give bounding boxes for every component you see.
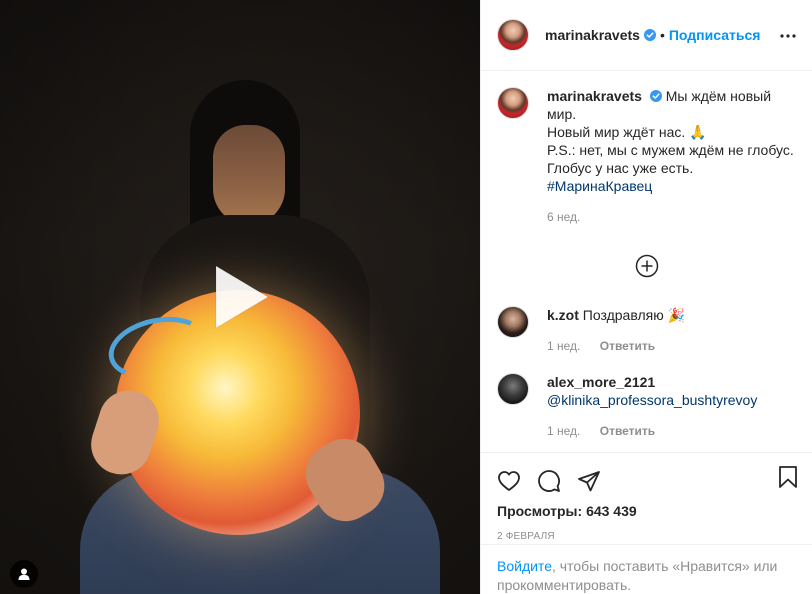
paper-plane-icon[interactable] [577, 469, 601, 493]
author-username[interactable]: marinakravets [545, 27, 640, 43]
caption-line: Новый мир ждёт нас. 🙏 [547, 124, 707, 140]
comment-bubble-icon[interactable] [537, 469, 561, 493]
login-link[interactable]: Войдите [497, 558, 552, 574]
comments-feed[interactable]: marinakravets Мы ждём новый мир. Новый м… [481, 71, 812, 452]
more-options-icon[interactable] [780, 28, 796, 44]
caption-hashtag[interactable]: #МаринаКравец [547, 178, 652, 194]
comment-mention[interactable]: @klinika_professora_bushtyrevoy [547, 392, 757, 408]
comment: alex_more_2121 @klinika_professora_busht… [497, 373, 796, 440]
caption-body: marinakravets Мы ждём новый мир. Новый м… [547, 87, 796, 226]
commenter-avatar[interactable] [497, 373, 529, 405]
video-player[interactable] [0, 0, 480, 594]
verified-badge-icon [643, 29, 656, 41]
post-sidebar: marinakravets • Подписаться marinakravet… [480, 0, 812, 594]
comment-age[interactable]: 1 нед. [547, 339, 580, 353]
play-icon[interactable] [206, 262, 276, 332]
bookmark-icon[interactable] [776, 465, 800, 489]
video-frame-figure-face [213, 125, 285, 225]
caption: marinakravets Мы ждём новый мир. Новый м… [497, 87, 796, 226]
action-icons [497, 461, 797, 501]
commenter-username[interactable]: alex_more_2121 [547, 374, 655, 390]
post-header: marinakravets • Подписаться [481, 0, 812, 71]
views-value: 643 439 [586, 503, 637, 519]
heart-icon[interactable] [497, 469, 521, 493]
author-avatar[interactable] [497, 19, 529, 51]
comment: k.zot Поздравляю 🎉 1 нед. Ответить [497, 306, 796, 355]
reply-button[interactable]: Ответить [600, 339, 655, 353]
caption-author-avatar[interactable] [497, 87, 529, 119]
post-actions: Просмотры: 643 439 2 ФЕВРАЛЯ [481, 452, 812, 544]
verified-badge-icon [649, 90, 662, 102]
post-date[interactable]: 2 ФЕВРАЛЯ [497, 531, 796, 542]
commenter-avatar[interactable] [497, 306, 529, 338]
load-more-comments [497, 254, 796, 278]
comment-age[interactable]: 1 нед. [547, 424, 580, 438]
comment-meta: 1 нед. Ответить [547, 337, 796, 355]
caption-author-username[interactable]: marinakravets [547, 88, 642, 104]
post-view: marinakravets • Подписаться marinakravet… [0, 0, 812, 594]
reply-button[interactable]: Ответить [600, 424, 655, 438]
follow-button[interactable]: Подписаться [669, 27, 761, 43]
views-label: Просмотры: [497, 503, 583, 519]
comment-meta: 1 нед. Ответить [547, 422, 796, 440]
header-separator: • [659, 27, 665, 43]
commenter-username[interactable]: k.zot [547, 307, 579, 323]
login-prompt: Войдите, чтобы поставить «Нравится» или … [481, 544, 812, 594]
plus-circle-icon[interactable] [635, 254, 659, 278]
caption-meta: 6 нед. [547, 208, 796, 226]
caption-age[interactable]: 6 нед. [547, 210, 580, 224]
comment-body: alex_more_2121 @klinika_professora_busht… [547, 373, 796, 440]
comment-text: Поздравляю 🎉 [582, 307, 686, 323]
caption-line: P.S.: нет, мы с мужем ждём не глобус. Гл… [547, 142, 794, 176]
views-count[interactable]: Просмотры: 643 439 [497, 503, 796, 519]
user-icon[interactable] [10, 560, 38, 588]
comment-body: k.zot Поздравляю 🎉 1 нед. Ответить [547, 306, 796, 355]
